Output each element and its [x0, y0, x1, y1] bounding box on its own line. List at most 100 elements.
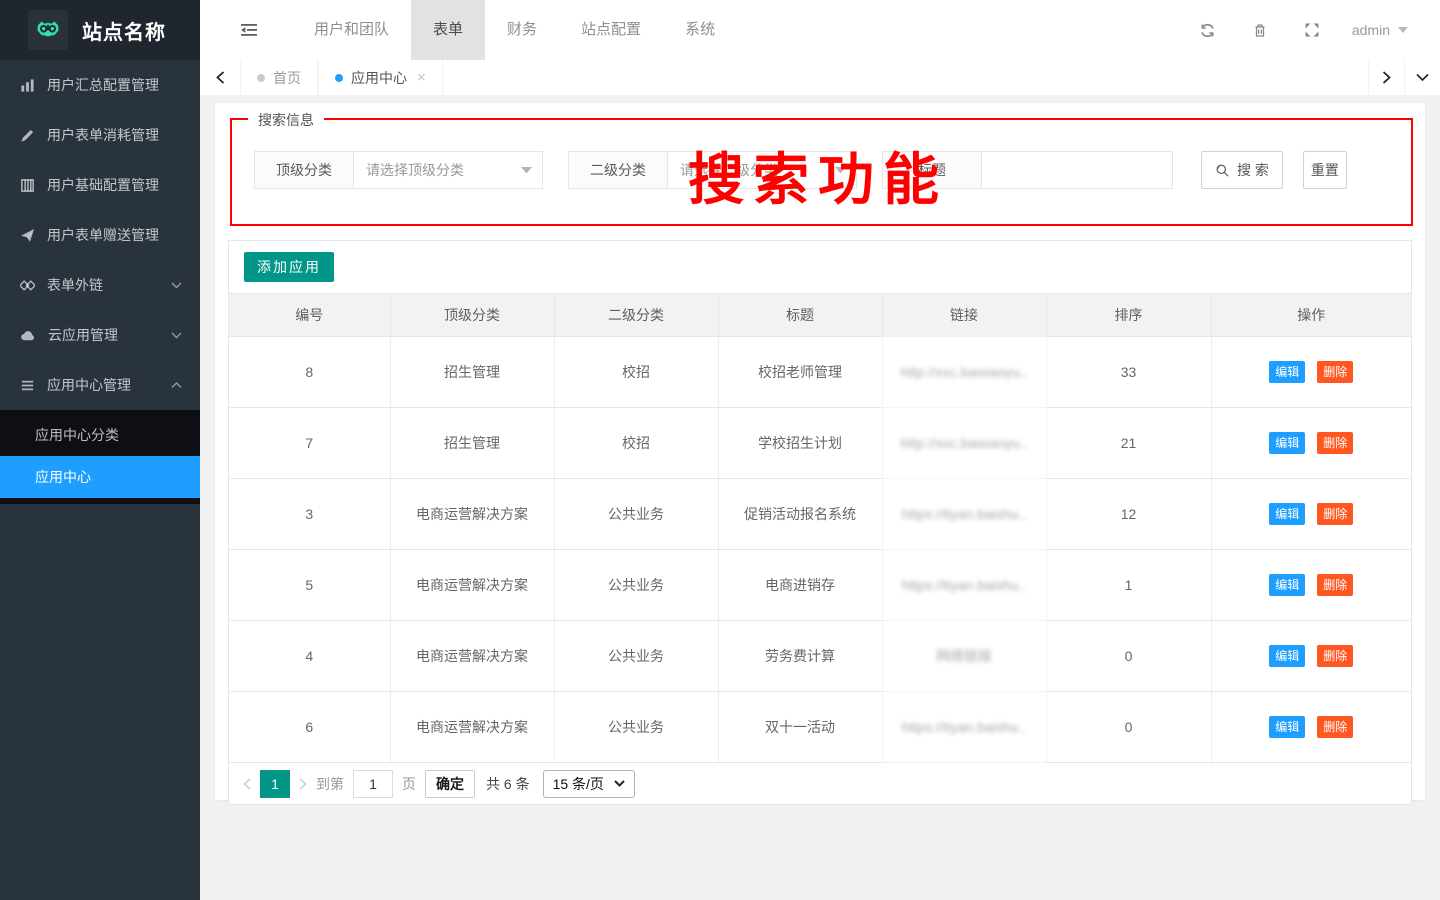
edit-button[interactable]: 编辑 [1269, 716, 1305, 738]
tab-label: 应用中心 [351, 68, 407, 88]
edit-button[interactable]: 编辑 [1269, 574, 1305, 596]
tab-home[interactable]: 首页 [240, 60, 318, 95]
list-icon [20, 378, 35, 393]
page-content: 搜索信息 顶级分类 请选择顶级分类 二级分类 请选择二级分类 [200, 95, 1440, 900]
link-icon [20, 278, 35, 293]
cell-sort: 33 [1046, 337, 1211, 408]
sidebar-item-user-base-config[interactable]: 用户基础配置管理 [0, 160, 200, 210]
cell-title: 电商进销存 [718, 550, 882, 621]
total-count-label: 共 6 条 [486, 774, 530, 794]
table-row: 8 招生管理 校招 校招老师管理 http://xxc.baixiaoyu.. … [229, 337, 1411, 408]
page-number-input[interactable] [353, 770, 393, 798]
app-table: 编号 顶级分类 二级分类 标题 链接 排序 操作 8 招生管理 校招 校招老师管 [229, 293, 1411, 763]
prev-page-icon[interactable] [243, 778, 251, 790]
tabs-menu-button[interactable] [1404, 60, 1440, 95]
reset-button[interactable]: 重置 [1303, 151, 1347, 189]
tab-app-center[interactable]: 应用中心 × [318, 60, 443, 95]
delete-button[interactable]: 删除 [1317, 716, 1353, 738]
cell-top-category: 招生管理 [390, 337, 554, 408]
edit-button[interactable]: 编辑 [1269, 503, 1305, 525]
delete-button[interactable]: 删除 [1317, 503, 1353, 525]
cell-id: 8 [229, 337, 390, 408]
delete-button[interactable]: 删除 [1317, 574, 1353, 596]
sidebar-item-user-summary-config[interactable]: 用户汇总配置管理 [0, 60, 200, 110]
fullscreen-icon[interactable] [1286, 0, 1338, 60]
chevron-down-icon [171, 282, 182, 289]
caret-down-icon [1398, 27, 1408, 34]
col-header-id: 编号 [229, 294, 390, 337]
cell-title: 校招老师管理 [718, 337, 882, 408]
template-icon [20, 178, 35, 193]
sidebar-item-cloud-apps[interactable]: 云应用管理 [0, 310, 200, 360]
chevron-down-icon [614, 780, 625, 787]
select-placeholder: 请选择顶级分类 [366, 160, 464, 180]
trash-icon[interactable] [1234, 0, 1286, 60]
tabs-scroll-left-button[interactable] [200, 60, 240, 95]
search-form: 顶级分类 请选择顶级分类 二级分类 请选择二级分类 [254, 151, 1347, 189]
nav-item-finance[interactable]: 财务 [485, 0, 559, 60]
tabbar: 首页 应用中心 × [200, 60, 1440, 95]
edit-button[interactable]: 编辑 [1269, 432, 1305, 454]
pen-icon [20, 128, 35, 143]
top-nav-items: 用户和团队 表单 财务 站点配置 系统 [292, 0, 737, 60]
nav-item-users-teams[interactable]: 用户和团队 [292, 0, 411, 60]
edit-button[interactable]: 编辑 [1269, 645, 1305, 667]
sidebar-item-form-external-links[interactable]: 表单外链 [0, 260, 200, 310]
delete-button[interactable]: 删除 [1317, 432, 1353, 454]
user-menu[interactable]: admin [1352, 22, 1408, 38]
top-category-select[interactable]: 请选择顶级分类 [353, 151, 543, 189]
title-label: 标题 [882, 151, 982, 189]
send-icon [20, 228, 35, 243]
chart-bar-icon [20, 78, 35, 93]
sidebar-item-form-gift[interactable]: 用户表单赠送管理 [0, 210, 200, 260]
app-table-container: 添加应用 编号 顶级分类 二级分类 标题 链接 排序 操作 [228, 240, 1412, 805]
page-unit-label: 页 [402, 774, 416, 794]
tab-dot [257, 74, 265, 82]
cell-sort: 0 [1046, 621, 1211, 692]
confirm-page-button[interactable]: 确定 [425, 770, 475, 798]
sidebar-item-label: 表单外链 [47, 275, 103, 295]
edit-button[interactable]: 编辑 [1269, 361, 1305, 383]
nav-item-site-config[interactable]: 站点配置 [559, 0, 663, 60]
header: 站点名称 用户和团队 表单 财务 站点配置 系统 [0, 0, 1440, 60]
table-row: 7 招生管理 校招 学校招生计划 http://xxc.baixiaoyu.. … [229, 408, 1411, 479]
sidebar-item-app-center-mgmt[interactable]: 应用中心管理 [0, 360, 200, 410]
next-page-icon[interactable] [299, 778, 307, 790]
nav-item-system[interactable]: 系统 [663, 0, 737, 60]
cell-sort: 21 [1046, 408, 1211, 479]
add-app-button[interactable]: 添加应用 [244, 252, 334, 282]
title-group: 标题 [882, 151, 1173, 189]
select-arrow-icon [521, 167, 532, 174]
tab-label: 首页 [273, 68, 301, 88]
brand: 站点名称 [0, 0, 200, 60]
search-button[interactable]: 搜 索 [1201, 151, 1283, 189]
refresh-icon[interactable] [1182, 0, 1234, 60]
nav-item-forms[interactable]: 表单 [411, 0, 485, 60]
pagination: 1 到第 页 确定 共 6 条 15 条/页 [229, 763, 1411, 804]
menu-toggle-icon[interactable] [240, 22, 258, 38]
cell-link: https://tiyan.baishu.. [882, 692, 1046, 763]
title-input[interactable] [981, 151, 1173, 189]
sidebar: 用户汇总配置管理 用户表单消耗管理 用户基础配置管理 用户表单赠送管理 [0, 60, 200, 900]
sidebar-item-form-consumption[interactable]: 用户表单消耗管理 [0, 110, 200, 160]
sub-category-select[interactable]: 请选择二级分类 [667, 151, 857, 189]
cell-top-category: 电商运营解决方案 [390, 550, 554, 621]
cell-id: 3 [229, 479, 390, 550]
current-page-button[interactable]: 1 [260, 770, 290, 798]
close-icon[interactable]: × [417, 69, 426, 86]
search-button-label: 搜 索 [1237, 160, 1269, 180]
cell-top-category: 电商运营解决方案 [390, 692, 554, 763]
select-arrow-icon [835, 167, 846, 174]
submenu-item-app-center-category[interactable]: 应用中心分类 [0, 414, 200, 456]
site-title: 站点名称 [82, 16, 166, 45]
col-header-link: 链接 [882, 294, 1046, 337]
sidebar-item-label: 应用中心管理 [47, 375, 131, 395]
page-size-select[interactable]: 15 条/页 [543, 770, 635, 798]
cell-sub-category: 公共业务 [554, 692, 718, 763]
tabs-scroll-right-button[interactable] [1368, 60, 1404, 95]
cell-actions: 编辑 删除 [1211, 408, 1411, 479]
cell-id: 4 [229, 621, 390, 692]
delete-button[interactable]: 删除 [1317, 645, 1353, 667]
submenu-item-app-center[interactable]: 应用中心 [0, 456, 200, 498]
delete-button[interactable]: 删除 [1317, 361, 1353, 383]
